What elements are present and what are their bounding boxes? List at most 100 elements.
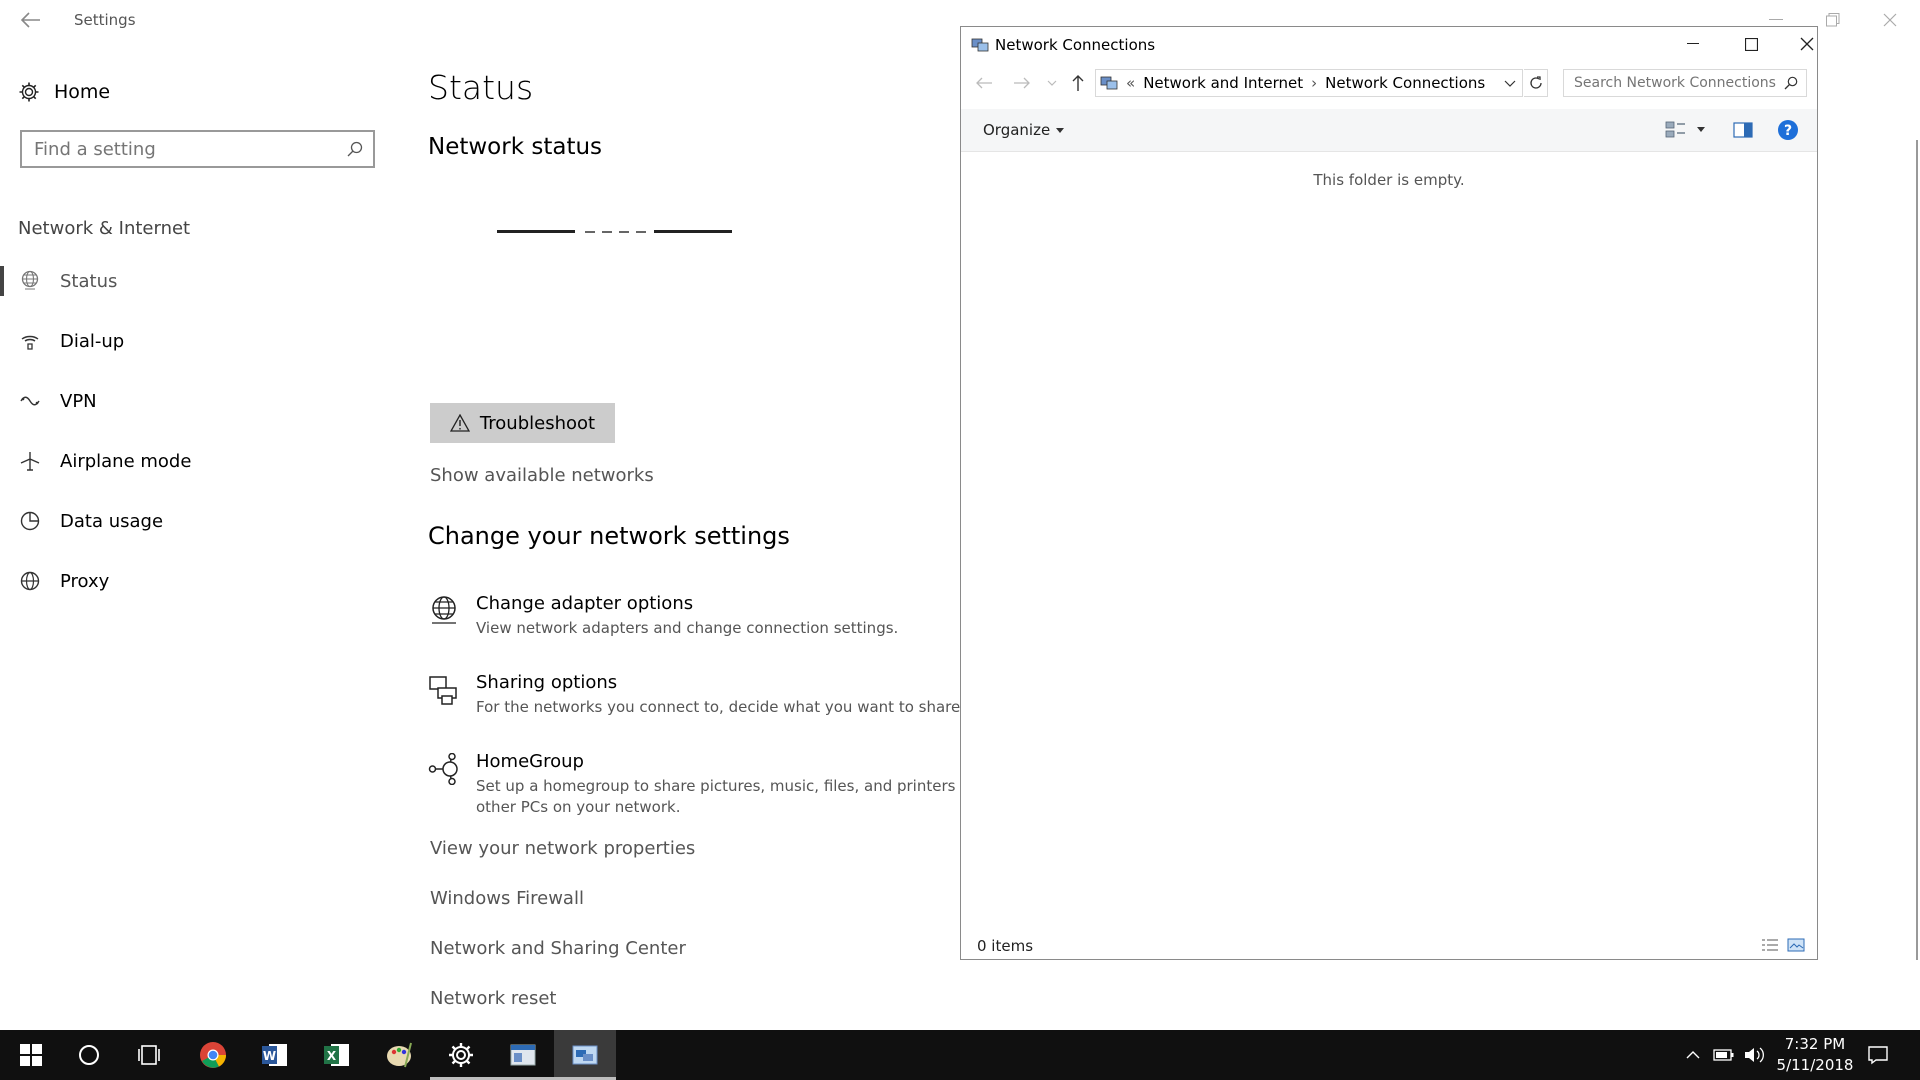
explorer-titlebar[interactable]: Network Connections xyxy=(961,27,1817,61)
network-folder-icon xyxy=(971,37,989,53)
recent-locations-chevron-icon[interactable] xyxy=(1041,73,1063,93)
svg-text:X: X xyxy=(327,1049,337,1063)
nav-home-label: Home xyxy=(54,81,111,103)
vpn-icon xyxy=(18,389,42,413)
network-reset-link[interactable]: Network reset xyxy=(430,988,556,1009)
view-network-properties-link[interactable]: View your network properties xyxy=(430,838,695,859)
troubleshoot-button[interactable]: Troubleshoot xyxy=(430,403,615,443)
sidebar-item-airplane-mode[interactable]: Airplane mode xyxy=(18,446,191,476)
breadcrumb-item-network-connections[interactable]: Network Connections xyxy=(1325,74,1485,92)
empty-folder-message: This folder is empty. xyxy=(1313,171,1465,189)
battery-icon[interactable] xyxy=(1712,1043,1736,1067)
change-view-icon[interactable] xyxy=(1665,120,1687,140)
breadcrumb-separator-icon: › xyxy=(1311,74,1318,92)
taskbar: W X 7:32 PM 5/11/2018 xyxy=(0,1030,1920,1080)
clock-time: 7:32 PM xyxy=(1784,1035,1846,1053)
back-arrow-icon[interactable] xyxy=(18,10,42,30)
proxy-globe-icon xyxy=(18,569,42,593)
homegroup-icon xyxy=(428,753,460,785)
chrome-icon xyxy=(200,1042,226,1068)
svg-text:?: ? xyxy=(1784,123,1792,139)
network-folder-icon xyxy=(572,1045,598,1065)
back-icon[interactable] xyxy=(973,73,995,93)
network-connections-taskbar-button[interactable] xyxy=(554,1030,616,1080)
sidebar-item-vpn[interactable]: VPN xyxy=(18,386,97,416)
adapter-globe-icon xyxy=(428,595,460,627)
sidebar-item-label: Airplane mode xyxy=(60,450,192,472)
organize-menu-button[interactable]: Organize xyxy=(983,121,1065,139)
explorer-minimize-button[interactable] xyxy=(1670,27,1716,61)
cortana-button[interactable] xyxy=(58,1030,120,1080)
network-status-heading: Network status xyxy=(428,134,603,160)
help-icon[interactable]: ? xyxy=(1777,119,1799,141)
find-setting-search-box[interactable] xyxy=(20,130,375,168)
breadcrumb-overflow[interactable]: « xyxy=(1126,74,1135,92)
sidebar-item-proxy[interactable]: Proxy xyxy=(18,566,109,596)
sidebar-item-label: VPN xyxy=(60,390,97,412)
up-arrow-icon[interactable] xyxy=(1067,73,1089,93)
forward-icon[interactable] xyxy=(1011,73,1033,93)
windows-firewall-link[interactable]: Windows Firewall xyxy=(430,888,584,909)
network-status-graphic xyxy=(497,228,732,236)
breadcrumb-item-network-internet[interactable]: Network and Internet xyxy=(1143,74,1303,92)
details-view-icon[interactable] xyxy=(1761,937,1779,953)
option-title: HomeGroup xyxy=(476,751,584,772)
gear-icon xyxy=(449,1043,473,1067)
sharing-printer-icon xyxy=(428,674,460,706)
sidebar-item-status[interactable]: Status xyxy=(18,266,117,296)
action-center-icon[interactable] xyxy=(1866,1043,1890,1067)
address-dropdown-chevron-icon[interactable] xyxy=(1504,80,1522,87)
explorer-search-input[interactable] xyxy=(1572,74,1784,92)
find-setting-input[interactable] xyxy=(32,137,347,161)
command-bar: Organize ? xyxy=(961,109,1817,152)
search-icon[interactable] xyxy=(347,141,363,157)
taskbar-clock[interactable]: 7:32 PM 5/11/2018 xyxy=(1765,1034,1865,1076)
option-description: For the networks you connect to, decide … xyxy=(476,698,965,716)
search-icon[interactable] xyxy=(1784,76,1798,90)
homegroup-option[interactable]: HomeGroup Set up a homegroup to share pi… xyxy=(428,751,996,818)
sidebar-item-label: Data usage xyxy=(60,510,164,532)
large-icons-view-icon[interactable] xyxy=(1787,937,1805,953)
chrome-taskbar-button[interactable] xyxy=(182,1030,244,1080)
app-taskbar-button[interactable] xyxy=(492,1030,554,1080)
globe-icon xyxy=(18,269,42,293)
gear-icon xyxy=(18,81,40,103)
view-options-caret-icon[interactable] xyxy=(1697,127,1705,132)
troubleshoot-label: Troubleshoot xyxy=(479,412,596,434)
sharing-options[interactable]: Sharing options For the networks you con… xyxy=(428,672,965,718)
excel-taskbar-button[interactable]: X xyxy=(306,1030,368,1080)
settings-taskbar-button[interactable] xyxy=(430,1030,492,1080)
scrollbar[interactable] xyxy=(1916,140,1918,960)
change-adapter-options[interactable]: Change adapter options View network adap… xyxy=(428,593,898,639)
address-bar[interactable]: « Network and Internet › Network Connect… xyxy=(1095,69,1523,97)
option-description: View network adapters and change connect… xyxy=(476,619,899,637)
task-view-button[interactable] xyxy=(118,1030,180,1080)
sidebar-item-dial-up[interactable]: Dial-up xyxy=(18,326,124,356)
warning-icon xyxy=(449,414,470,432)
network-sharing-center-link[interactable]: Network and Sharing Center xyxy=(430,938,686,959)
paint-palette-icon xyxy=(387,1042,412,1068)
sidebar-item-data-usage[interactable]: Data usage xyxy=(18,506,163,536)
word-taskbar-button[interactable]: W xyxy=(244,1030,306,1080)
page-title: Status xyxy=(428,68,534,107)
show-available-networks-link[interactable]: Show available networks xyxy=(430,465,654,486)
start-button[interactable] xyxy=(0,1030,62,1080)
svg-text:W: W xyxy=(263,1049,276,1063)
sidebar-item-label: Dial-up xyxy=(60,330,125,352)
nav-home[interactable]: Home xyxy=(18,78,110,106)
explorer-search-box[interactable] xyxy=(1563,69,1807,97)
network-connections-window: Network Connections « Network and Intern… xyxy=(960,26,1818,960)
paint-taskbar-button[interactable] xyxy=(368,1030,430,1080)
settings-close-button[interactable] xyxy=(1870,6,1910,34)
sidebar-item-label: Proxy xyxy=(60,570,110,592)
explorer-close-button[interactable] xyxy=(1784,27,1830,61)
explorer-navbar: « Network and Internet › Network Connect… xyxy=(961,61,1817,105)
refresh-icon[interactable] xyxy=(1524,69,1548,97)
preview-pane-icon[interactable] xyxy=(1733,121,1753,139)
dial-up-icon xyxy=(18,329,42,353)
show-hidden-icons-chevron-icon[interactable] xyxy=(1681,1043,1705,1067)
volume-icon[interactable] xyxy=(1742,1043,1766,1067)
option-description: Set up a homegroup to share pictures, mu… xyxy=(476,777,993,816)
excel-icon: X xyxy=(324,1044,349,1066)
explorer-maximize-button[interactable] xyxy=(1728,27,1774,61)
